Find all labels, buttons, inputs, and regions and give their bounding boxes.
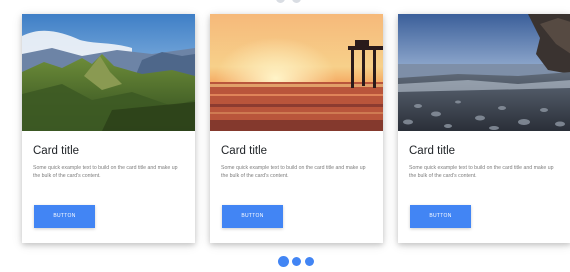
card-body: Card title Some quick example text to bu… [398,131,570,243]
page: Card title Some quick example text to bu… [0,0,570,272]
carousel-indicator-1[interactable] [278,256,289,267]
top-control-2 [292,0,301,3]
carousel-indicator-2[interactable] [292,257,301,266]
card-body: Card title Some quick example text to bu… [22,131,195,243]
card: Card title Some quick example text to bu… [22,14,195,243]
card-carousel: Card title Some quick example text to bu… [22,14,570,246]
card: Card title Some quick example text to bu… [210,14,383,243]
carousel-indicator-3[interactable] [305,257,314,266]
card-title: Card title [221,145,268,157]
card-text: Some quick example text to build on the … [33,165,178,180]
card-text: Some quick example text to build on the … [409,165,554,180]
card-button[interactable]: Button [222,205,283,228]
card-image-sunset-pier [210,14,383,131]
carousel-indicators [278,256,318,268]
card-title: Card title [33,145,80,157]
card-button[interactable]: Button [34,205,95,228]
top-controls-hint [270,0,310,6]
card-title: Card title [409,145,456,157]
card: Card title Some quick example text to bu… [398,14,570,243]
top-control-1 [276,0,285,3]
card-text: Some quick example text to build on the … [221,165,366,180]
card-image-rocky-beach [398,14,570,131]
card-image-mountains [22,14,195,131]
card-button[interactable]: Button [410,205,471,228]
card-body: Card title Some quick example text to bu… [210,131,383,243]
